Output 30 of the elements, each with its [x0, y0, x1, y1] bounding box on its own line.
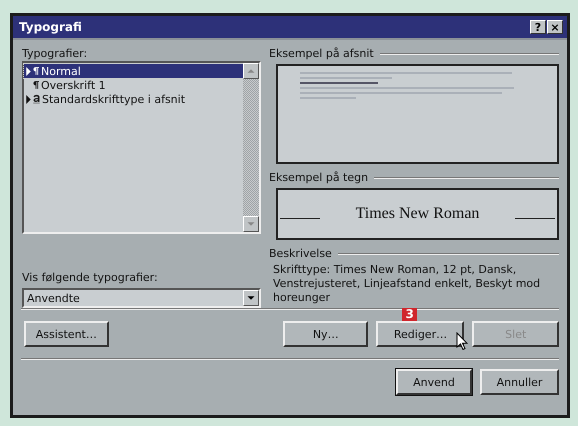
wizard-button[interactable]: Assistent… [24, 321, 109, 347]
scrollbar[interactable] [243, 63, 259, 232]
apply-button[interactable]: Anvend [396, 369, 472, 395]
current-marker-icon [26, 94, 31, 104]
style-item[interactable]: Standardskrifttype i afsnit [24, 92, 243, 106]
current-marker-icon [26, 66, 31, 76]
close-button[interactable]: × [547, 20, 563, 34]
help-button[interactable]: ? [530, 20, 546, 34]
paragraph-preview-label: Eksempel på afsnit [269, 47, 374, 60]
styles-list[interactable]: Normal Overskrift 1 Standardskrifttype i afsnit [22, 61, 261, 234]
show-styles-dropdown[interactable]: Anvendte [22, 288, 261, 308]
paragraph-icon [33, 80, 39, 90]
step-badge: 3 [402, 308, 417, 321]
scroll-up-icon[interactable] [243, 63, 259, 79]
show-styles-label: Vis følgende typografier: [22, 270, 159, 285]
character-preview-label: Eksempel på tegn [269, 171, 368, 184]
window-title: Typografi [19, 20, 83, 34]
style-item[interactable]: Overskrift 1 [24, 78, 243, 92]
new-button[interactable]: Ny… [282, 321, 368, 347]
description-text: Skrifttype: Times New Roman, 12 pt, Dansk, Venstrejusteret, Linjeafstand enkelt, Beskyt mod horeunger [272, 262, 542, 305]
paragraph-icon [33, 66, 39, 76]
style-item[interactable]: Normal [24, 64, 243, 78]
description-label: Beskrivelse [269, 247, 332, 260]
cursor-icon [456, 332, 468, 350]
font-sample: Times New Roman [356, 205, 480, 223]
character-icon [33, 94, 40, 104]
cancel-button[interactable]: Annuller [480, 369, 559, 395]
scroll-down-icon[interactable] [243, 216, 259, 232]
styles-label: Typografier: [22, 46, 88, 61]
edit-button[interactable]: Rediger… [376, 321, 464, 347]
